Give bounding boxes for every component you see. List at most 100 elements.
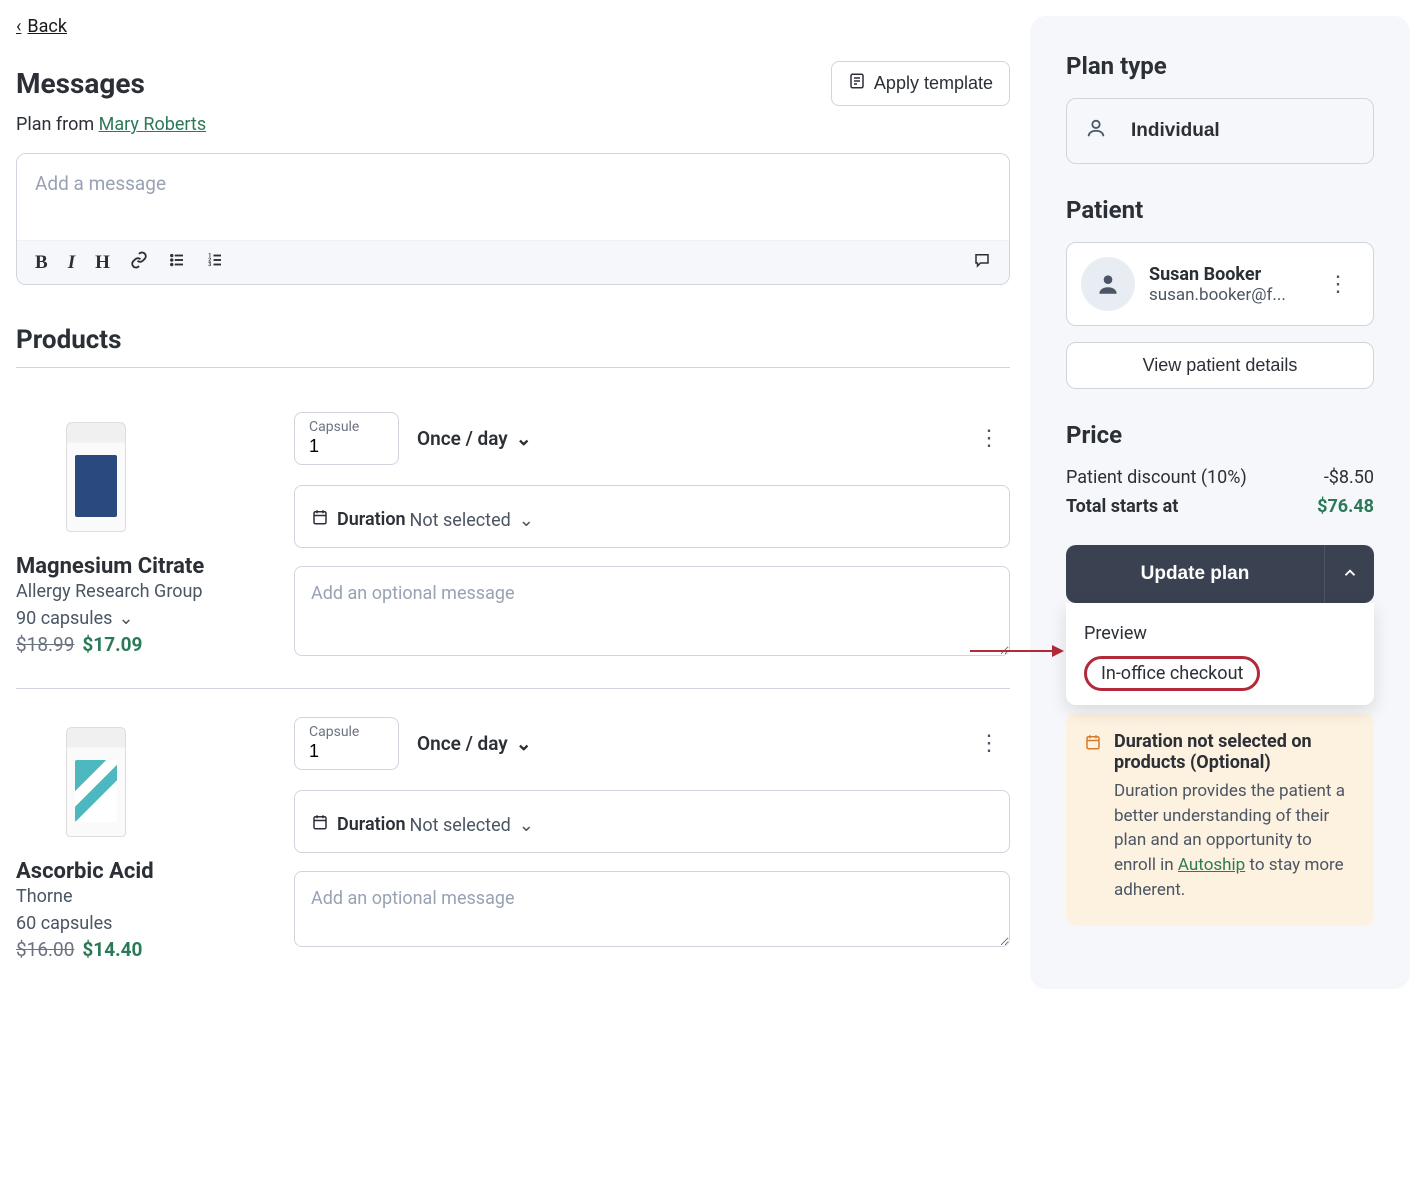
bullet-list-icon[interactable]: [168, 251, 186, 274]
price-old: $18.99: [16, 633, 74, 656]
more-vertical-icon: ⋮: [1327, 272, 1349, 297]
patient-email: susan.booker@f...: [1149, 285, 1303, 305]
product-brand: Thorne: [16, 886, 266, 907]
chevron-up-icon: [1341, 564, 1359, 585]
total-row: Total starts at $76.48: [1066, 496, 1374, 517]
product-message-input[interactable]: [294, 871, 1010, 947]
dropdown-item-preview[interactable]: Preview: [1084, 617, 1356, 650]
frequency-label: Once / day: [417, 427, 508, 450]
more-vertical-icon: ⋮: [978, 426, 1000, 451]
price-old: $16.00: [16, 938, 74, 961]
plan-type-value: Individual: [1131, 120, 1220, 142]
discount-value: -$8.50: [1324, 467, 1374, 488]
product-size-select[interactable]: 90 capsules ⌄: [16, 608, 134, 629]
plan-from-text: Plan from Mary Roberts: [16, 114, 1010, 135]
total-label: Total starts at: [1066, 496, 1178, 517]
warning-body: Duration provides the patient a better u…: [1114, 779, 1356, 902]
comment-icon[interactable]: [973, 251, 991, 274]
chevron-down-icon: ⌄: [519, 510, 534, 531]
patient-menu-button[interactable]: ⋮: [1317, 268, 1359, 301]
chevron-down-icon: ⌄: [519, 815, 534, 836]
apply-template-label: Apply template: [874, 73, 993, 94]
total-value: $76.48: [1317, 496, 1374, 517]
product-image: [16, 412, 176, 542]
template-icon: [848, 72, 866, 95]
discount-row: Patient discount (10%) -$8.50: [1066, 467, 1374, 488]
quantity-stepper[interactable]: Capsule: [294, 717, 399, 770]
message-input[interactable]: [17, 154, 1009, 236]
update-plan-button[interactable]: Update plan: [1066, 545, 1324, 603]
chevron-down-icon: ⌄: [516, 427, 532, 450]
product-price: $16.00 $14.40: [16, 938, 266, 961]
dropdown-item-in-office-checkout[interactable]: In-office checkout: [1084, 656, 1260, 691]
calendar-warning-icon: [1084, 733, 1102, 902]
product-size-label: 60 capsules: [16, 913, 112, 934]
product-price: $18.99 $17.09: [16, 633, 266, 656]
warning-title: Duration not selected on products (Optio…: [1114, 731, 1356, 773]
plan-sidebar: Plan type Individual Patient Susan Booke…: [1030, 16, 1410, 989]
avatar: [1081, 257, 1135, 311]
product-menu-button[interactable]: ⋮: [968, 727, 1010, 760]
numbered-list-icon[interactable]: 123: [206, 251, 224, 274]
product-brand: Allergy Research Group: [16, 581, 266, 602]
duration-value: Not selected: [410, 815, 511, 836]
product-row: Magnesium Citrate Allergy Research Group…: [16, 384, 1010, 689]
practitioner-link[interactable]: Mary Roberts: [99, 114, 206, 135]
update-plan-dropdown: Preview In-office checkout: [1066, 603, 1374, 705]
chevron-left-icon: ‹: [16, 16, 21, 37]
plan-from-prefix: Plan from: [16, 114, 99, 135]
duration-box: Duration Not selected ⌄: [294, 485, 1010, 548]
messages-heading: Messages: [16, 67, 145, 100]
products-heading: Products: [16, 325, 1010, 368]
unit-label: Capsule: [309, 724, 384, 740]
frequency-select[interactable]: Once / day ⌄: [417, 732, 532, 755]
duration-warning: Duration not selected on products (Optio…: [1066, 713, 1374, 926]
product-menu-button[interactable]: ⋮: [968, 422, 1010, 455]
editor-toolbar: B I H 123: [17, 240, 1009, 284]
patient-heading: Patient: [1066, 196, 1374, 224]
duration-heading: Duration: [337, 509, 406, 530]
calendar-icon: [311, 508, 329, 531]
duration-select[interactable]: Not selected ⌄: [410, 815, 534, 836]
more-vertical-icon: ⋮: [978, 731, 1000, 756]
autoship-link[interactable]: Autoship: [1178, 855, 1245, 875]
italic-icon[interactable]: I: [68, 252, 75, 274]
patient-name: Susan Booker: [1149, 264, 1303, 285]
update-plan-dropdown-toggle[interactable]: [1324, 545, 1374, 603]
frequency-label: Once / day: [417, 732, 508, 755]
back-link[interactable]: ‹ Back: [16, 16, 67, 37]
product-image: [16, 717, 176, 847]
product-size-select[interactable]: 60 capsules: [16, 913, 112, 934]
product-message-input[interactable]: [294, 566, 1010, 656]
duration-value: Not selected: [410, 510, 511, 531]
chevron-down-icon: ⌄: [516, 732, 532, 755]
plan-type-button[interactable]: Individual: [1066, 98, 1374, 164]
svg-text:3: 3: [208, 262, 211, 268]
bold-icon[interactable]: B: [35, 252, 48, 274]
view-patient-details-button[interactable]: View patient details: [1066, 342, 1374, 389]
product-row: Ascorbic Acid Thorne 60 capsules $16.00$…: [16, 689, 1010, 989]
product-name: Magnesium Citrate: [16, 554, 266, 579]
patient-card: Susan Booker susan.booker@f... ⋮: [1066, 242, 1374, 326]
duration-box: Duration Not selected ⌄: [294, 790, 1010, 853]
quantity-stepper[interactable]: Capsule: [294, 412, 399, 465]
unit-value-input[interactable]: [309, 740, 384, 763]
back-label: Back: [27, 16, 67, 37]
message-editor: B I H 123: [16, 153, 1010, 285]
unit-label: Capsule: [309, 419, 384, 435]
product-name: Ascorbic Acid: [16, 859, 266, 884]
chevron-down-icon: ⌄: [118, 608, 133, 629]
apply-template-button[interactable]: Apply template: [831, 61, 1010, 106]
price-new: $17.09: [82, 633, 142, 656]
discount-label: Patient discount (10%): [1066, 467, 1247, 488]
duration-select[interactable]: Not selected ⌄: [410, 510, 534, 531]
price-new: $14.40: [82, 938, 142, 961]
duration-heading: Duration: [337, 814, 406, 835]
unit-value-input[interactable]: [309, 435, 384, 458]
frequency-select[interactable]: Once / day ⌄: [417, 427, 532, 450]
heading-icon[interactable]: H: [95, 252, 110, 274]
user-icon: [1085, 117, 1107, 145]
link-icon[interactable]: [130, 251, 148, 274]
product-size-label: 90 capsules: [16, 608, 112, 629]
plan-type-heading: Plan type: [1066, 52, 1374, 80]
